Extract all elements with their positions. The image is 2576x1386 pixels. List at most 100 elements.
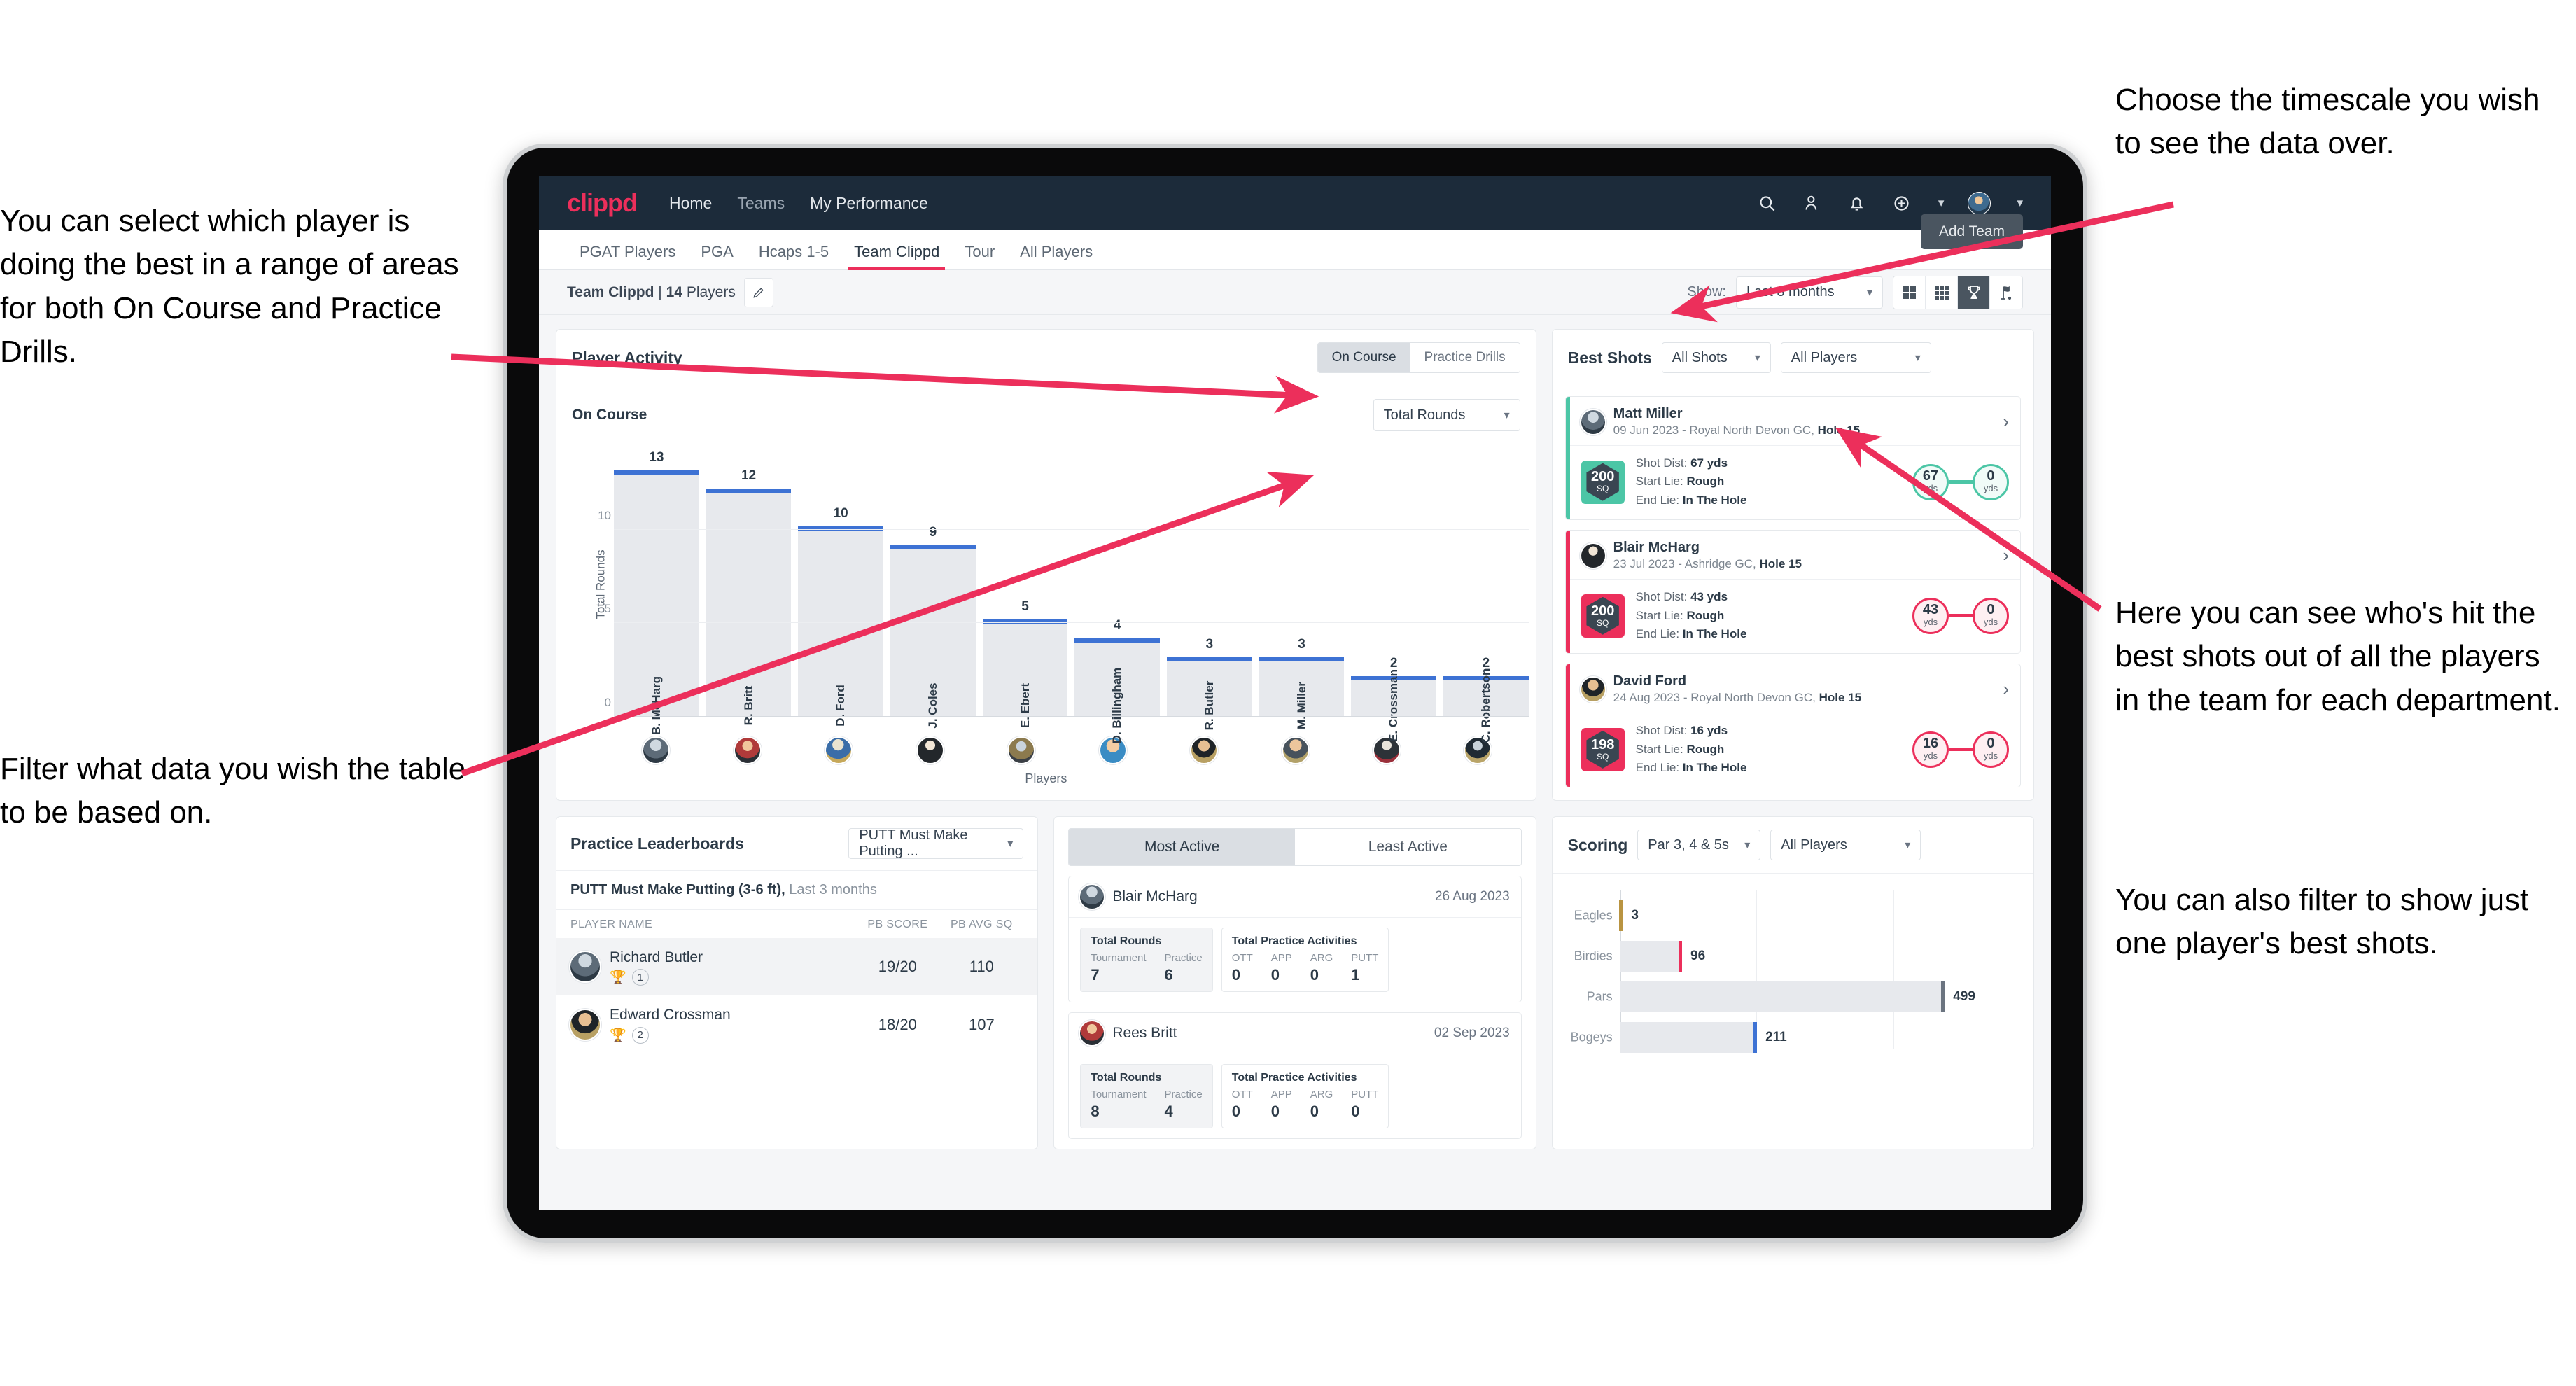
hexagon-icon: 200 SQ [1586,463,1619,501]
chevron-down-icon-add[interactable]: ▾ [1938,196,1945,210]
chevron-right-icon[interactable]: › [2003,678,2009,700]
chart-bar-column[interactable]: 9 J. Coles [890,455,976,729]
shot-start-distance: 43 yds [1912,597,1949,634]
trophy-icon: 🏆 [610,1028,626,1043]
chart-bar-column[interactable]: 2 E. Crossman [1351,455,1437,742]
scoring-bar [1619,1022,1758,1053]
search-icon[interactable] [1757,192,1778,214]
scoring-bar-row[interactable]: Eagles 3 [1574,900,1984,931]
tab-pga[interactable]: PGA [688,243,746,270]
bell-icon[interactable] [1847,192,1868,214]
nav-link-teams[interactable]: Teams [737,194,785,213]
tab-tour[interactable]: Tour [952,243,1007,270]
chart-player-avatar[interactable] [1162,736,1246,764]
tab-most-active[interactable]: Most Active [1069,829,1295,865]
chart-bar-column[interactable]: 10 D. Ford [798,455,884,727]
scoring-card: Scoring Par 3, 4 & 5s ▾ All Players ▾ Ea… [1551,816,2034,1149]
best-shot-card[interactable]: David Ford 24 Aug 2023 - Royal North Devo… [1564,664,2021,788]
tab-pgat-players[interactable]: PGAT Players [567,243,688,270]
view-grid-2x2-button[interactable] [1893,276,1926,309]
segment-on-course[interactable]: On Course [1317,343,1410,372]
scoring-par-filter[interactable]: Par 3, 4 & 5s ▾ [1637,830,1761,860]
tab-hcaps-1-5[interactable]: Hcaps 1-5 [746,243,841,270]
avatar [1190,736,1219,764]
best-shot-card[interactable]: Blair McHarg 23 Jul 2023 - Ashridge GC, H… [1564,530,2021,654]
section-tabs: PGAT Players PGA Hcaps 1-5 Team Clippd T… [539,214,2051,270]
leaderboard-pb-score: 19/20 [878,958,917,976]
chart-bars: 13 B. McHarg 12 R. Britt 10 D. Ford 9 J. Coles 5… [614,450,1529,743]
chevron-down-icon-profile[interactable]: ▾ [2017,196,2023,210]
shot-dist-label: Shot Dist: [1635,724,1688,738]
chart-player-avatar[interactable] [1436,736,1520,764]
chart-bar-column[interactable]: 2 C. Robertson [1443,455,1529,743]
people-icon[interactable] [1802,192,1823,214]
player-activity-title: Player Activity [572,348,682,367]
view-trophy-button[interactable] [1958,276,1990,309]
chart-player-avatar[interactable] [979,736,1063,764]
chart-bar-column[interactable]: 13 B. McHarg [614,450,699,735]
sq-value: 200 [1590,469,1615,485]
chart-player-avatar[interactable] [1253,736,1337,764]
team-subbar: Team Clippd | 14 Players Show: Last 3 mo… [539,270,2051,315]
chevron-right-icon[interactable]: › [2003,411,2009,433]
chart-player-avatar[interactable] [614,736,698,764]
app-value: 0 [1270,1102,1280,1120]
edit-team-button[interactable] [743,277,774,307]
clippd-logo[interactable]: clippd [567,188,638,218]
scoring-player-filter[interactable]: All Players ▾ [1770,830,1921,860]
drill-name: PUTT Must Make Putting (3-6 ft), [570,882,785,897]
chart-bar-value: 3 [1205,636,1214,652]
start-lie-value: Rough [1686,608,1725,622]
view-grid-3x3-button[interactable] [1926,276,1958,309]
tab-team-clippd[interactable]: Team Clippd [841,243,952,270]
add-circle-icon[interactable] [1891,192,1912,214]
chart-bar-value: 4 [1113,618,1121,634]
hexagon-icon: 200 SQ [1586,596,1619,635]
total-practice-activities-box: Total Practice Activities OTT 0 APP 0 ARG 0 PUT… [1221,927,1390,992]
timescale-select[interactable]: Last 3 months ▾ [1736,276,1883,309]
chart-bar-column[interactable]: 5 E. Ebert [982,455,1068,728]
metric-select[interactable]: Total Rounds ▾ [1373,399,1520,431]
activity-card-item[interactable]: Blair McHarg 26 Aug 2023 Total Rounds Tourn… [1068,876,1522,1002]
best-shot-card[interactable]: Matt Miller 09 Jun 2023 - Royal North Dev… [1564,396,2021,521]
tab-all-players[interactable]: All Players [1007,243,1105,270]
player-activity-subtitle: On Course [572,407,648,423]
activity-card: Most Active Least Active Blair McHarg 26 … [1054,816,1536,1149]
app-label: APP [1270,1088,1292,1100]
chart-bar-column[interactable]: 3 R. Butler [1167,455,1252,730]
total-rounds-label: Total Rounds [1091,935,1162,947]
view-flag-button[interactable] [1990,276,2022,309]
activity-card-item[interactable]: Rees Britt 02 Sep 2023 Total Rounds Tournam… [1068,1012,1522,1139]
chart-bar-column[interactable]: 4 D. Billingham [1074,455,1161,743]
chart-bar-column[interactable]: 3 M. Miller [1259,455,1345,729]
best-shots-shot-filter-value: All Shots [1672,349,1728,365]
segment-practice-drills[interactable]: Practice Drills [1410,343,1520,372]
scoring-bar-row[interactable]: Pars 499 [1587,981,1984,1012]
start-lie-value: Rough [1686,742,1725,756]
tournament-value: 7 [1091,966,1100,983]
best-shots-shot-filter[interactable]: All Shots ▾ [1661,342,1771,373]
chart-player-avatar[interactable] [705,736,789,764]
scoring-bar-row[interactable]: Birdies 96 [1574,941,1984,972]
scoring-bar-row[interactable]: Bogeys 211 [1571,1022,1984,1053]
chart-player-avatar[interactable] [797,736,881,764]
add-team-button[interactable]: Add Team [1920,214,2023,249]
app-value: 0 [1270,966,1280,983]
nav-link-home[interactable]: Home [669,194,712,213]
chart-player-avatar[interactable] [888,736,972,764]
leaderboard-column-headers: PLAYER NAME PB SCORE PB AVG SQ [556,910,1037,938]
leaderboard-row[interactable]: Edward Crossman 🏆 2 18/20 107 [556,995,1037,1053]
best-shots-player-filter[interactable]: All Players ▾ [1780,342,1931,373]
total-rounds-box: Total Rounds Tournament 7 Practice 6 [1080,927,1213,992]
leaderboard-row[interactable]: Richard Butler 🏆 1 19/20 110 [556,938,1038,996]
nav-link-my-performance[interactable]: My Performance [810,194,928,213]
tab-least-active[interactable]: Least Active [1295,829,1521,865]
annotation-best-shots: Here you can see who's hit the best shot… [2115,596,2561,718]
chart-y-tick: 5 [604,602,611,616]
drill-select[interactable]: PUTT Must Make Putting ... ▾ [848,827,1024,859]
chevron-right-icon[interactable]: › [2003,545,2009,566]
avatar[interactable] [1968,191,1991,215]
team-label: Team Clippd | 14 Players [567,284,736,301]
chart-bar-value: 13 [649,449,664,465]
chart-bar-column[interactable]: 12 R. Britt [706,455,792,725]
